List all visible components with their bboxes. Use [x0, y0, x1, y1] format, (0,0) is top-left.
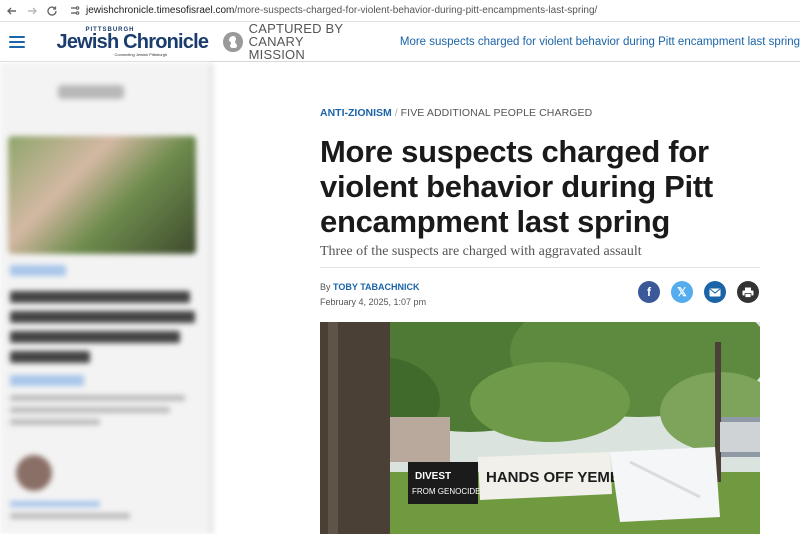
site-header: PITTSBURGH Jewish Chronicle Connecting J… [0, 22, 800, 62]
address-bar[interactable]: jewishchronicle.timesofisrael.com/more-s… [66, 2, 786, 20]
url-text: jewishchronicle.timesofisrael.com/more-s… [86, 5, 597, 16]
subcategory-label: FIVE ADDITIONAL PEOPLE CHARGED [400, 107, 593, 119]
author-link[interactable]: TOBY TABACHNICK [333, 282, 420, 292]
divider [320, 267, 760, 268]
byline: By TOBY TABACHNICK [320, 282, 420, 292]
print-icon[interactable] [737, 281, 759, 303]
forward-arrow-icon[interactable] [22, 1, 42, 21]
canary-mission-badge: CAPTURED BY CANARY MISSION [223, 22, 360, 61]
blurred-sidebar [0, 63, 213, 534]
badge-line-2: CANARY MISSION [248, 34, 305, 62]
x-icon[interactable]: 𝕏 [671, 281, 693, 303]
canary-bird-icon [223, 31, 243, 52]
back-arrow-icon[interactable] [2, 1, 22, 21]
article-photo: DIVEST FROM GENOCIDE HANDS OFF YEMEN [320, 322, 760, 534]
url-host: jewishchronicle.timesofisrael.com [86, 5, 235, 16]
banner-divest-line1: DIVEST [415, 471, 451, 482]
publish-date: February 4, 2025, 1:07 pm [320, 297, 427, 307]
category-link[interactable]: ANTI-ZIONISM [320, 107, 392, 119]
facebook-icon[interactable]: f [638, 281, 660, 303]
share-buttons: f 𝕏 [638, 281, 759, 303]
logo-main-text: Jewish Chronicle [56, 30, 210, 53]
article-subtitle: Three of the suspects are charged with a… [320, 244, 642, 259]
site-logo[interactable]: PITTSBURGH Jewish Chronicle Connecting J… [57, 25, 210, 59]
by-prefix: By [320, 282, 331, 292]
header-headline-link[interactable]: More suspects charged for violent behavi… [400, 36, 800, 48]
logo-tagline: Connecting Jewish Pittsburgh [114, 51, 168, 57]
banner-divest-line2: FROM GENOCIDE [412, 487, 480, 496]
browser-toolbar: jewishchronicle.timesofisrael.com/more-s… [0, 0, 800, 22]
url-path: /more-suspects-charged-for-violent-behav… [234, 5, 598, 16]
reload-icon[interactable] [42, 1, 62, 21]
site-info-icon[interactable] [66, 3, 82, 19]
banner-hands-off-yemen: HANDS OFF YEMEN [486, 469, 631, 486]
kicker: ANTI-ZIONISM / FIVE ADDITIONAL PEOPLE CHAR… [320, 107, 593, 119]
mail-icon[interactable] [704, 281, 726, 303]
hamburger-icon[interactable] [9, 35, 25, 48]
article-title: More suspects charged for violent behavi… [320, 134, 713, 239]
